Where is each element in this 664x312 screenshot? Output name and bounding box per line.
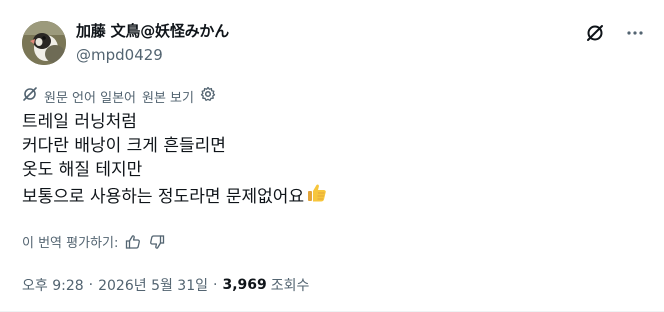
post-card: 加藤 文鳥@妖怪みかん @mpd0429 원문 언어 일본어 원본 보기 트레일… (0, 0, 664, 312)
author-handle[interactable]: @mpd0429 (76, 46, 163, 64)
post-line-4: 보통으로 사용하는 정도라면 문제없어요 (22, 187, 305, 207)
post-meta: 오후 9:28 · 2026년 5월 31일 · 3,969 조회수 (22, 275, 309, 295)
translate-icon (22, 86, 38, 106)
thumbs-up-emoji-icon (306, 182, 328, 211)
separator-dot: · (88, 277, 94, 293)
post-line-3: 옷도 해질 테지만 (22, 160, 143, 180)
translation-notice: 원문 언어 일본어 원본 보기 (22, 86, 216, 106)
author-name-row: 加藤 文鳥@妖怪みかん (76, 20, 229, 41)
avatar[interactable] (22, 21, 66, 65)
bird-avatar-icon (22, 21, 66, 65)
display-name[interactable]: 加藤 文鳥@妖怪みかん (76, 20, 229, 41)
post-line-2: 커다란 배낭이 크게 흔들리면 (22, 136, 226, 156)
thumbs-down-icon[interactable] (148, 233, 166, 251)
views-count: 3,969 (222, 277, 267, 293)
post-line-1: 트레일 러닝처럼 (22, 112, 137, 132)
post-line-4-wrap: 보통으로 사용하는 정도라면 문제없어요 (22, 182, 642, 211)
separator-dot: · (213, 277, 218, 293)
post-text: 트레일 러닝처럼 커다란 배낭이 크게 흔들리면 옷도 해질 테지만 보통으로 … (22, 110, 642, 211)
gear-icon[interactable] (200, 86, 216, 106)
more-icon[interactable] (624, 22, 646, 44)
post-time[interactable]: 오후 9:28 (22, 275, 84, 295)
translation-source-label: 원문 언어 일본어 (44, 90, 136, 106)
thumbs-up-icon[interactable] (124, 233, 142, 251)
rate-translation-label: 이 번역 평가하기: (22, 236, 119, 251)
views-label: 조회수 (270, 278, 310, 294)
post-date[interactable]: 2026년 5월 31일 (98, 275, 208, 295)
top-actions (584, 22, 646, 44)
show-original-link[interactable]: 원본 보기 (142, 87, 194, 106)
rate-translation-row: 이 번역 평가하기: (22, 232, 166, 251)
grok-icon[interactable] (584, 22, 606, 44)
